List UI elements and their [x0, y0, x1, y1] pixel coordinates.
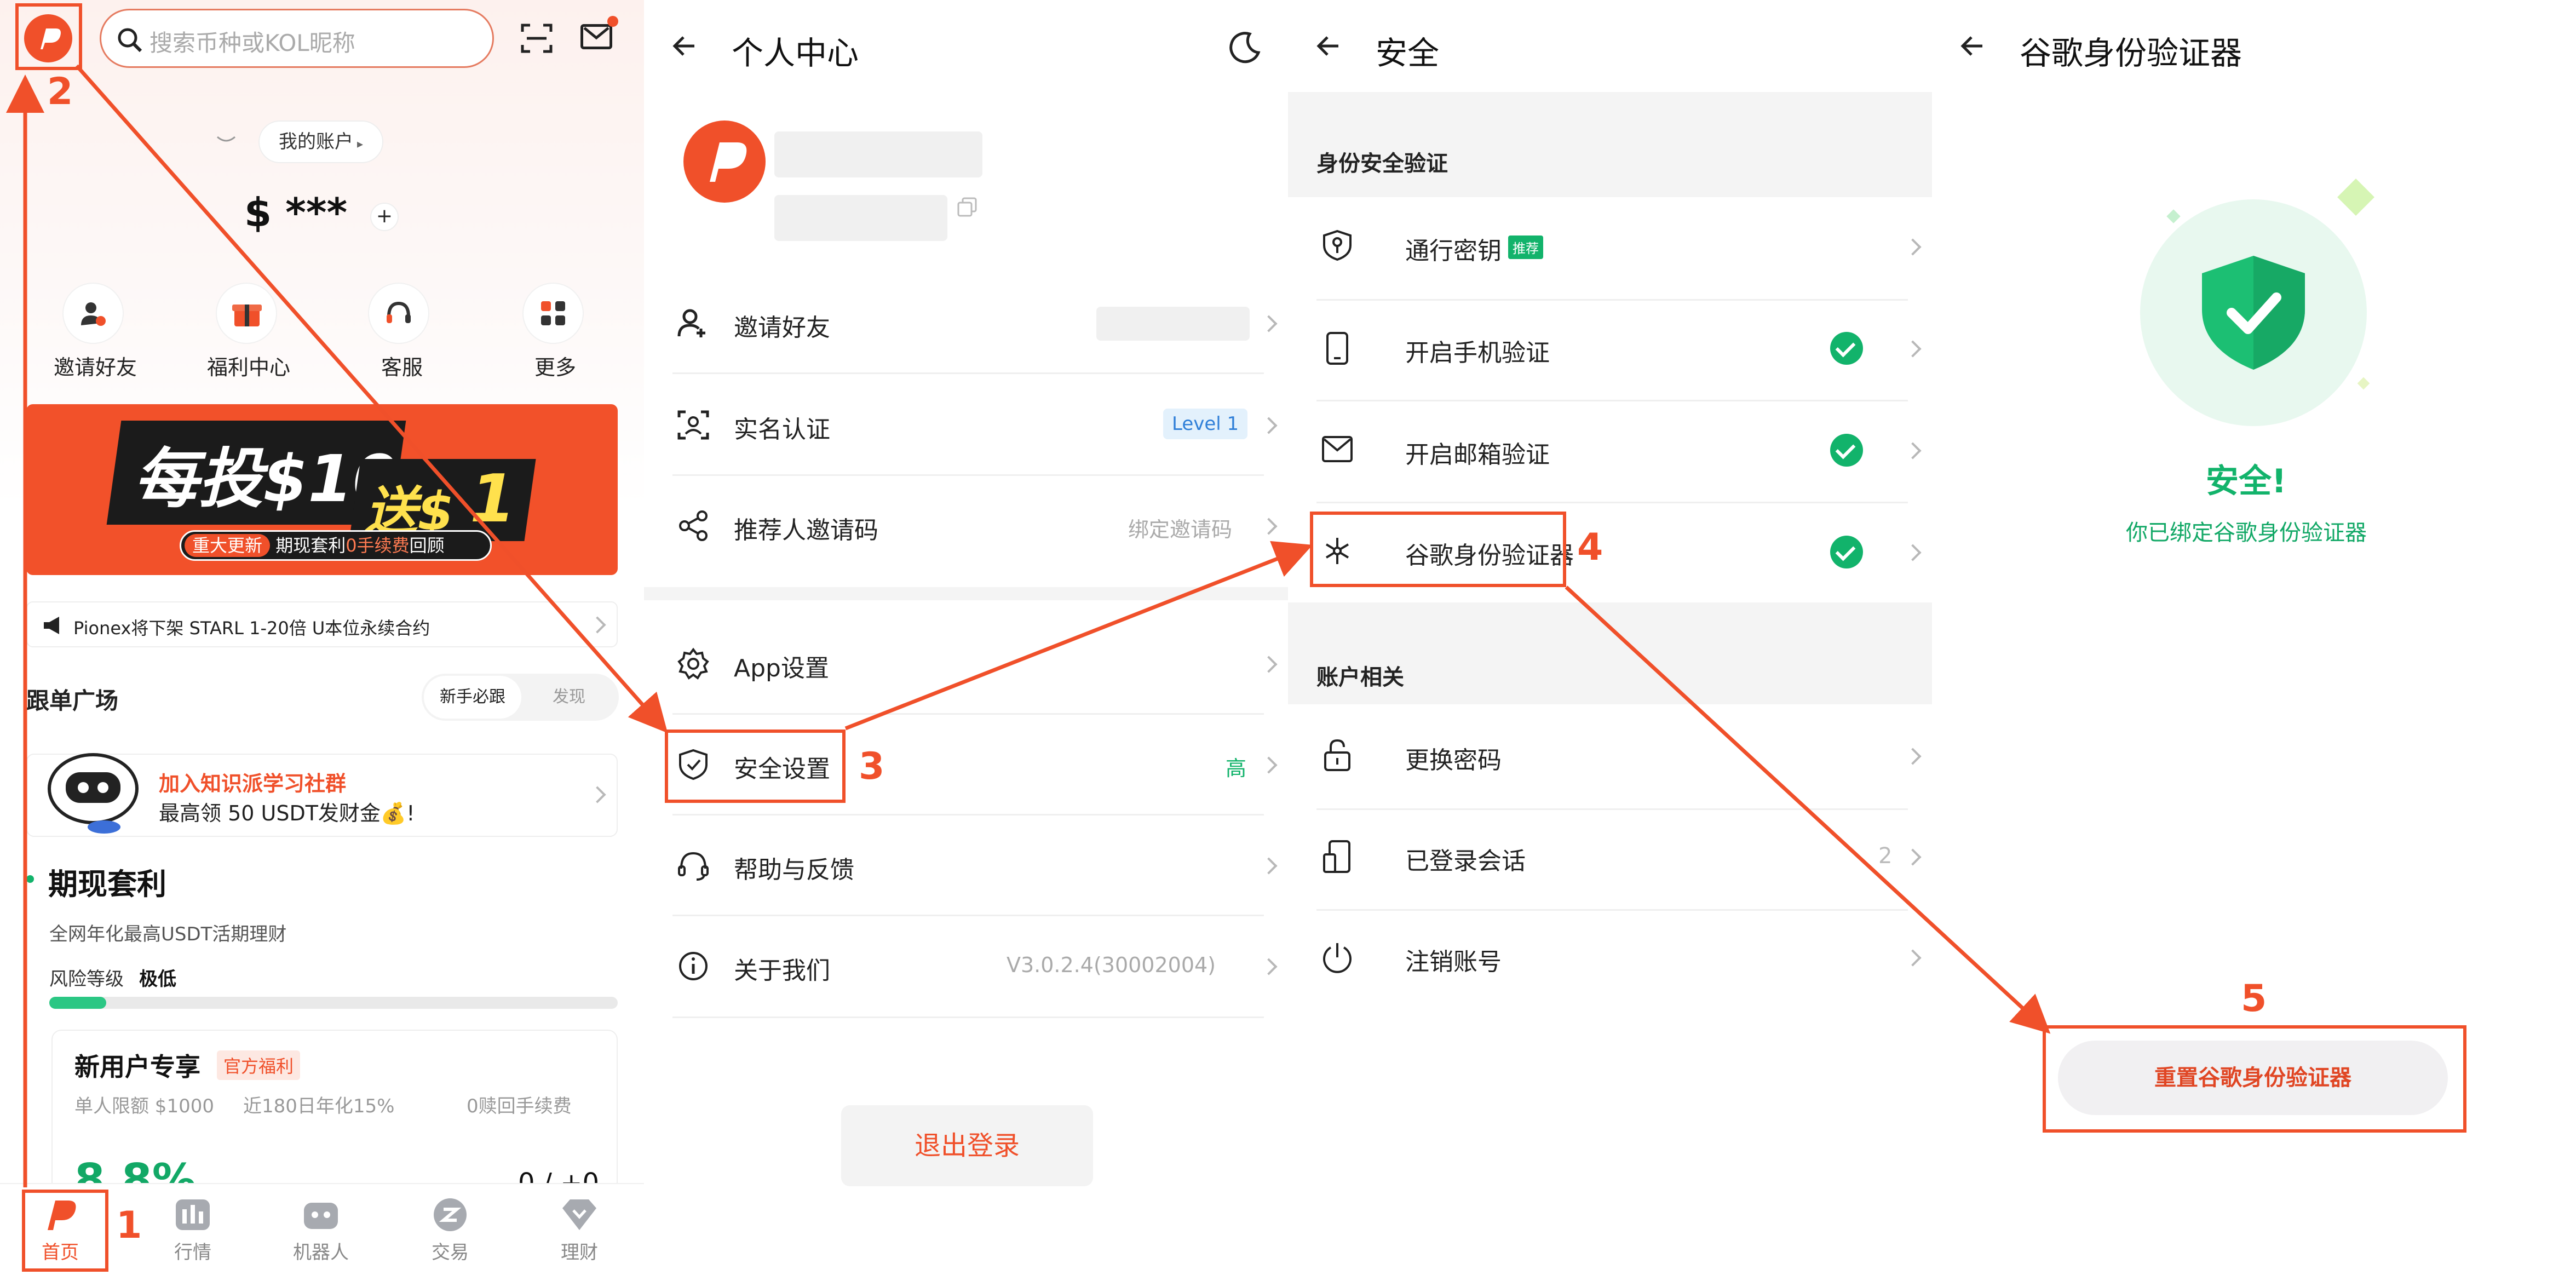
arrow-logo-to-security: [75, 64, 668, 733]
arrow-gauth-to-reset: [1565, 585, 2051, 1034]
arrow-security-to-gauth: [844, 541, 1313, 731]
flow-arrows: [6, 64, 2051, 1187]
